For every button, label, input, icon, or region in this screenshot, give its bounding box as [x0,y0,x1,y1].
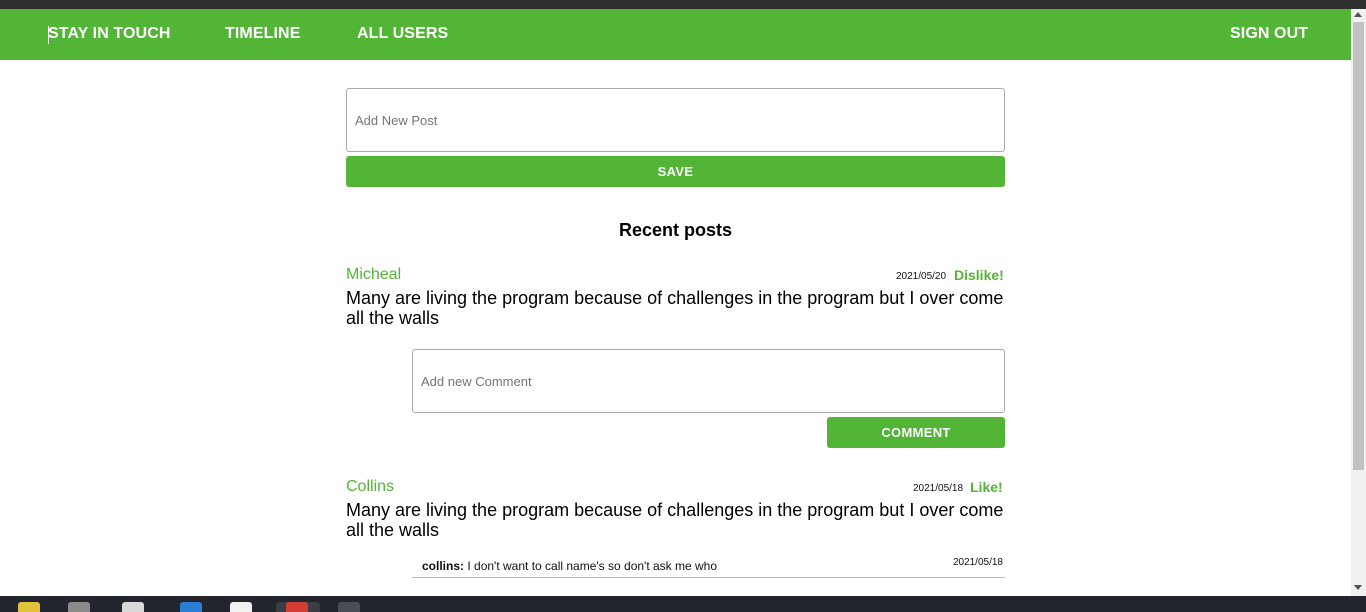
browser-top-strip [0,0,1366,9]
sign-out-link[interactable]: SIGN OUT [1230,25,1308,43]
taskbar-app-icon[interactable] [18,602,40,612]
recent-posts-title: Recent posts [618,220,733,240]
comment-button[interactable]: COMMENT [827,417,1005,448]
taskbar-app-icon[interactable] [230,602,252,612]
post-author[interactable]: Collins [346,478,394,496]
comment-text: collins: I don't want to call name's so … [422,559,717,573]
post-date: 2021/05/18 [913,483,964,494]
post-date: 2021/05/20 [896,271,947,282]
os-taskbar [0,596,1366,612]
post-text: Many are living the program because of c… [346,288,1004,328]
taskbar-app-icon[interactable] [180,602,202,612]
comment-body: I don't want to call name's so don't ask… [467,559,718,573]
new-post-input[interactable] [346,88,1005,152]
scroll-up-icon[interactable] [1354,12,1362,17]
brand-link[interactable]: STAY IN TOUCH [48,25,171,43]
taskbar-app-icon[interactable] [122,602,144,612]
browser-icon[interactable] [286,602,308,612]
comment-author: collins: [422,559,465,573]
nav-timeline-link[interactable]: TIMELINE [225,25,300,43]
scroll-down-icon[interactable] [1354,585,1362,590]
post-author[interactable]: Micheal [346,266,401,284]
comment-input[interactable] [412,349,1005,413]
like-button[interactable]: Like! [970,479,1003,495]
scroll-thumb[interactable] [1353,22,1364,470]
comment-item: collins: I don't want to call name's so … [412,554,1005,578]
top-navbar: STAY IN TOUCH TIMELINE ALL USERS SIGN OU… [0,9,1351,60]
nav-all-users-link[interactable]: ALL USERS [357,25,448,43]
taskbar-app-icon[interactable] [338,602,360,612]
post-text: Many are living the program because of c… [346,500,1004,540]
comment-date: 2021/05/18 [952,557,1003,568]
taskbar-app-icon[interactable] [68,602,90,612]
save-button[interactable]: SAVE [346,156,1005,187]
page-scrollbar[interactable] [1351,9,1366,596]
dislike-button[interactable]: Dislike! [954,267,1004,283]
